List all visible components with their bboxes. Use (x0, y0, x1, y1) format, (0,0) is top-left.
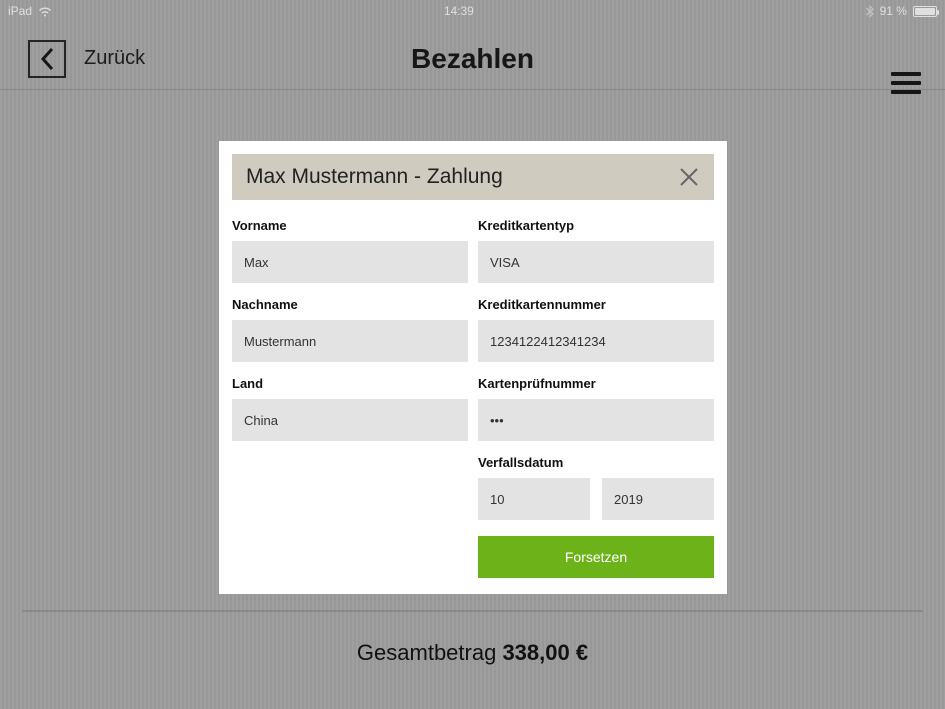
country-select[interactable]: China (232, 399, 468, 441)
modal-title: Max Mustermann - Zahlung (246, 165, 503, 189)
total-amount: 338,00 € (502, 640, 588, 665)
expiry-label: Verfallsdatum (478, 455, 714, 470)
close-button[interactable] (678, 166, 700, 188)
cardtype-select[interactable]: VISA (478, 241, 714, 283)
lastname-input[interactable] (232, 320, 468, 362)
lastname-label: Nachname (232, 297, 468, 312)
cvv-label: Kartenprüfnummer (478, 376, 714, 391)
cardnumber-label: Kreditkartennummer (478, 297, 714, 312)
cardnumber-input[interactable] (478, 320, 714, 362)
total-line: Gesamtbetrag 338,00 € (0, 640, 945, 666)
footer-divider (22, 610, 923, 612)
expiry-month-select[interactable]: 10 (478, 478, 590, 520)
close-icon (678, 166, 700, 188)
firstname-label: Vorname (232, 218, 468, 233)
expiry-year-select[interactable]: 2019 (602, 478, 714, 520)
cvv-input[interactable]: ••• (478, 399, 714, 441)
firstname-input[interactable] (232, 241, 468, 283)
payment-modal: Max Mustermann - Zahlung Vorname Nachnam… (219, 141, 727, 594)
modal-header: Max Mustermann - Zahlung (232, 154, 714, 200)
country-label: Land (232, 376, 468, 391)
continue-button[interactable]: Forsetzen (478, 536, 714, 578)
total-label: Gesamtbetrag (357, 640, 503, 665)
cardtype-label: Kreditkartentyp (478, 218, 714, 233)
